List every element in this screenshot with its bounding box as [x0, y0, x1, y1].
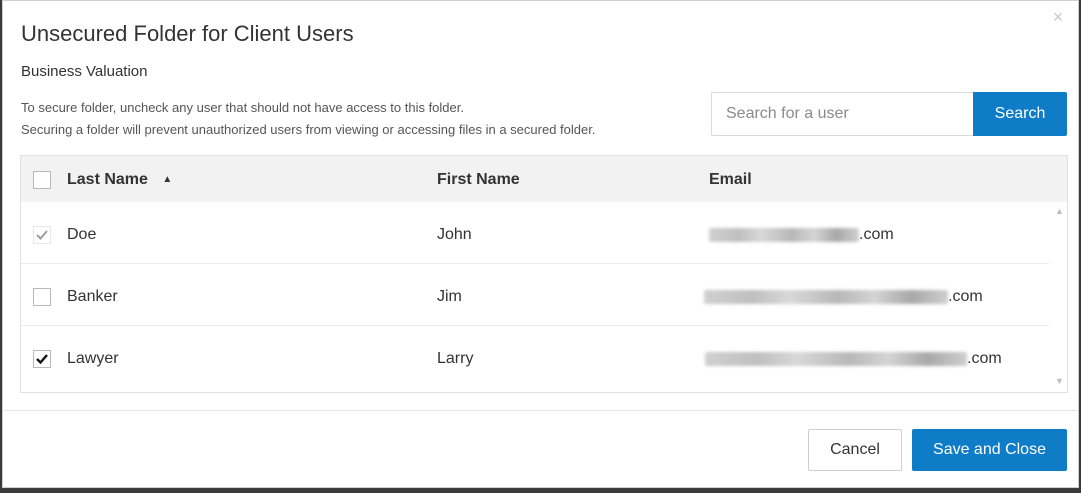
cell-last-name: Doe: [67, 226, 97, 243]
email-suffix: .com: [948, 288, 983, 305]
dialog: × Unsecured Folder for Client Users Busi…: [2, 0, 1079, 488]
info-line-2: Securing a folder will prevent unauthori…: [21, 122, 596, 137]
cell-last-name: Lawyer: [67, 350, 119, 367]
email-suffix: .com: [859, 226, 894, 243]
column-label: Last Name: [67, 171, 148, 188]
table-row[interactable]: Lawyer Larry .com: [21, 326, 1049, 388]
scroll-up-icon[interactable]: ▲: [1055, 207, 1064, 216]
dialog-title: Unsecured Folder for Client Users: [21, 21, 354, 46]
select-all-checkbox[interactable]: [33, 171, 51, 189]
row-checkbox[interactable]: [33, 226, 51, 244]
search-input[interactable]: [711, 92, 974, 136]
column-header-email[interactable]: Email: [709, 171, 752, 189]
table-row[interactable]: Doe John .com: [21, 202, 1049, 264]
cancel-button[interactable]: Cancel: [808, 429, 902, 471]
info-text: To secure folder, uncheck any user that …: [21, 97, 595, 141]
folder-name: Business Valuation: [21, 63, 148, 80]
save-and-close-button[interactable]: Save and Close: [912, 429, 1067, 471]
column-header-first-name[interactable]: First Name: [437, 171, 520, 189]
footer-divider: [3, 410, 1078, 411]
cell-email: .com: [705, 350, 1002, 368]
table-header: Last Name ▲ First Name Email: [21, 156, 1067, 202]
cell-last-name: Banker: [67, 288, 118, 305]
cell-first-name: Larry: [437, 350, 474, 367]
email-suffix: .com: [967, 350, 1002, 367]
row-checkbox[interactable]: [33, 288, 51, 306]
cell-email: .com: [704, 288, 983, 306]
redacted-email: [709, 228, 859, 242]
info-line-1: To secure folder, uncheck any user that …: [21, 100, 464, 115]
cell-first-name: Jim: [437, 288, 462, 305]
redacted-email: [705, 352, 967, 366]
search-button[interactable]: Search: [973, 92, 1067, 136]
row-checkbox[interactable]: [33, 350, 51, 368]
redacted-email: [704, 290, 948, 304]
close-icon[interactable]: ×: [1050, 8, 1066, 26]
sort-ascending-icon: ▲: [162, 174, 173, 185]
users-table: Last Name ▲ First Name Email Doe John .c…: [20, 155, 1068, 393]
cell-email: .com: [709, 226, 894, 244]
scroll-down-icon[interactable]: ▼: [1055, 377, 1064, 386]
table-row[interactable]: Banker Jim .com: [21, 264, 1049, 326]
cell-first-name: John: [437, 226, 472, 243]
table-scrollbar[interactable]: ▲ ▼: [1051, 202, 1067, 392]
checkmark-icon: [36, 354, 48, 365]
column-header-last-name[interactable]: Last Name ▲: [67, 171, 172, 189]
checkmark-icon: [36, 230, 48, 240]
